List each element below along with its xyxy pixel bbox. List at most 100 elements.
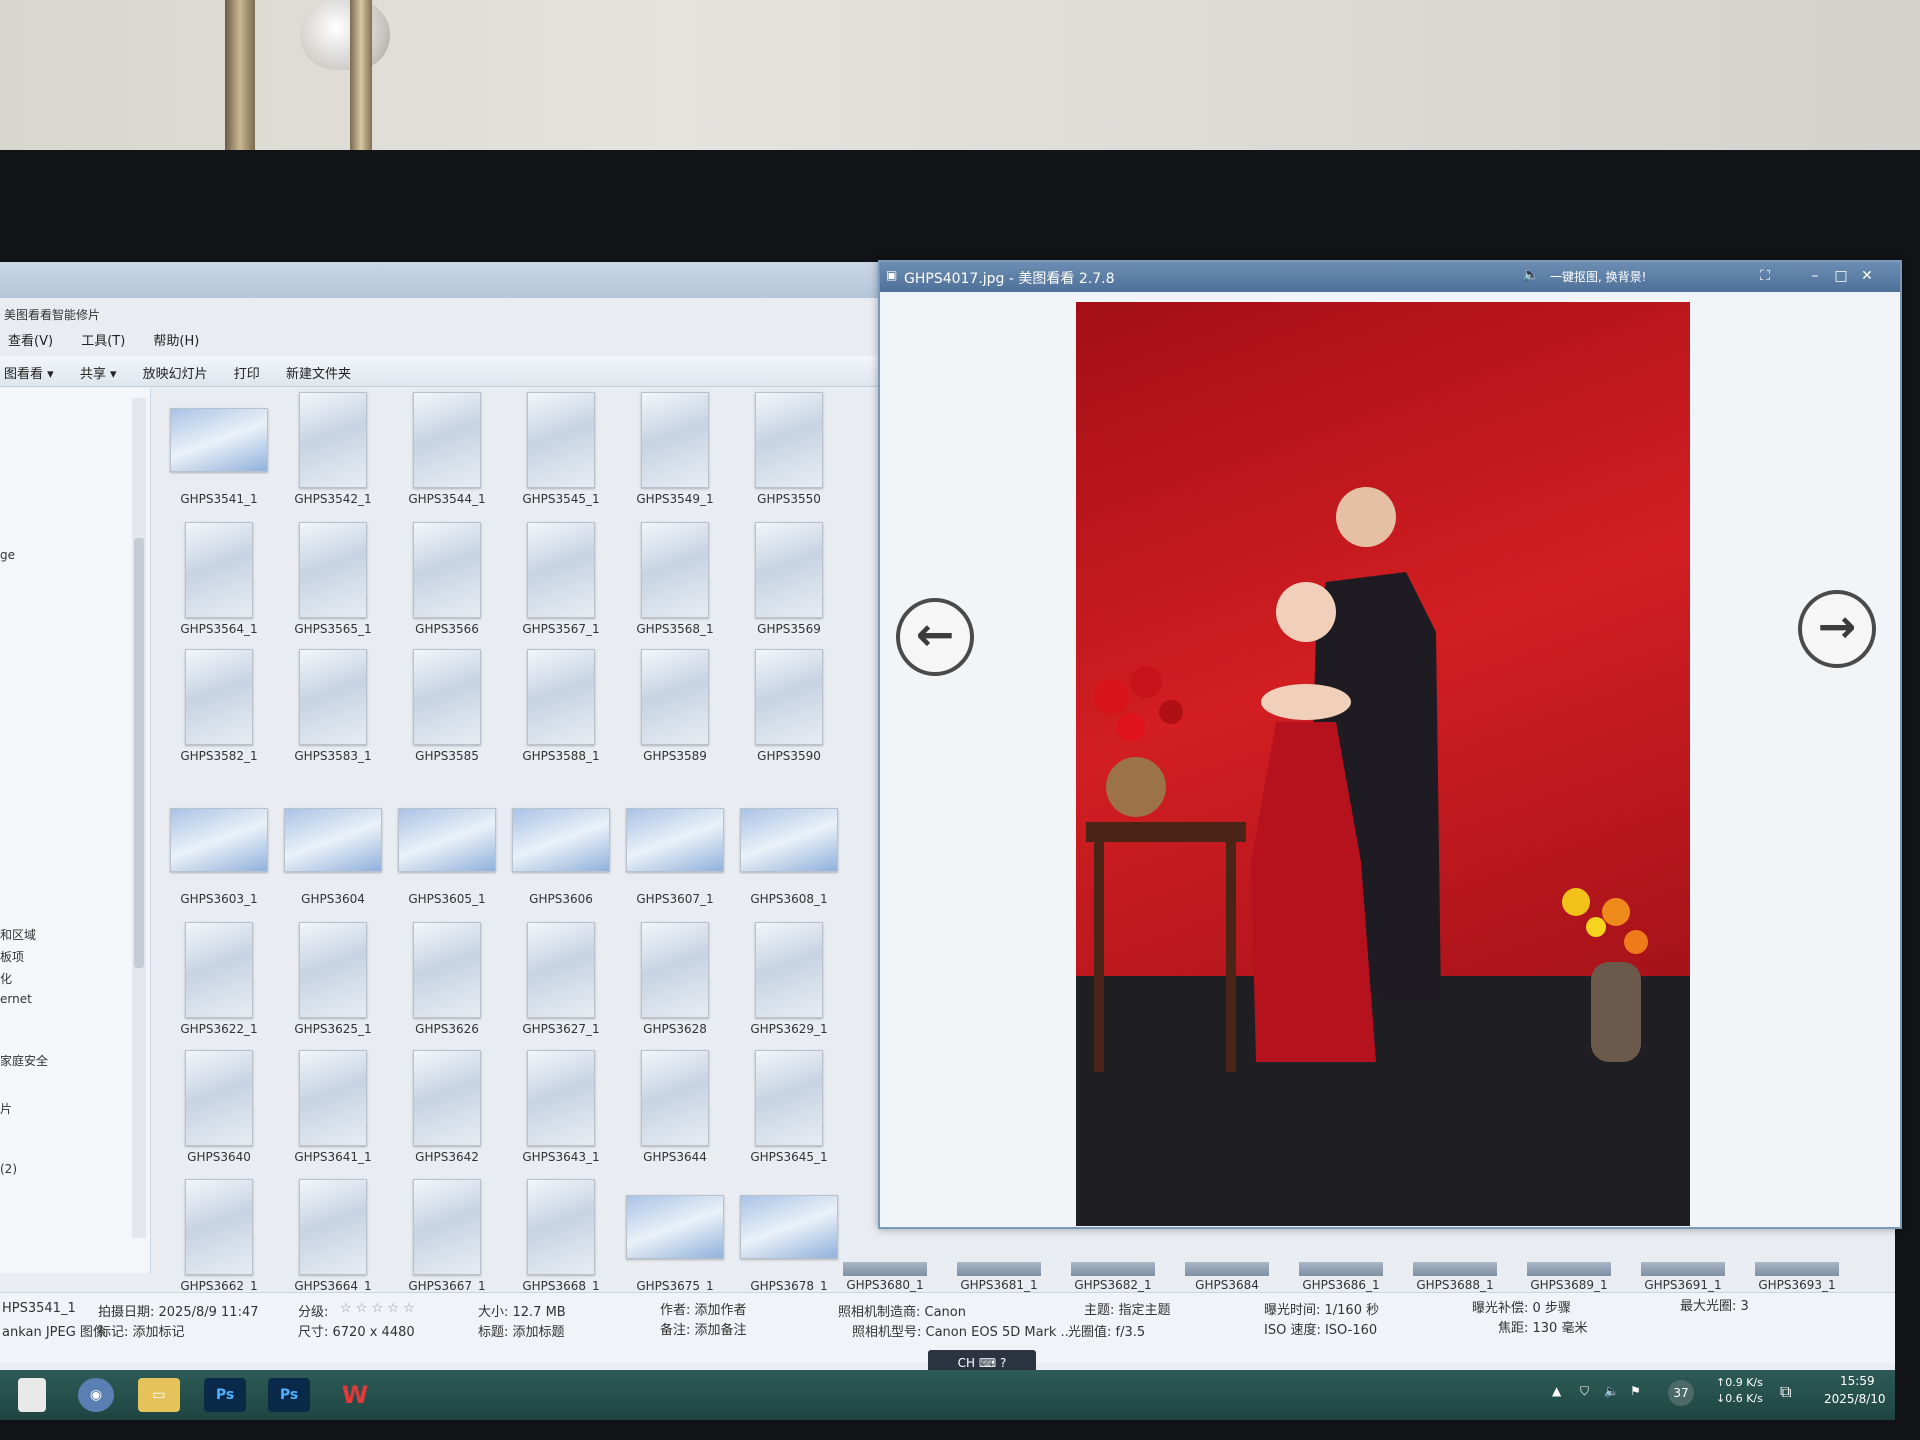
thumbnail-image[interactable] (170, 408, 268, 472)
thumbnail-image[interactable] (740, 808, 838, 872)
thumbnail-item[interactable]: GHPS3608_1 (735, 792, 843, 912)
thumbnail-item[interactable]: GHPS3565_1 (279, 522, 387, 642)
thumbnail-image[interactable] (413, 1179, 481, 1275)
share-button[interactable]: 共享 ▾ (80, 363, 117, 382)
thumbnail-item[interactable]: GHPS3604 (279, 792, 387, 912)
nav-item[interactable]: (2) (0, 1162, 17, 1176)
speaker-icon[interactable]: 🔈 (1522, 267, 1539, 283)
photoshop-icon[interactable]: Ps (204, 1378, 246, 1412)
next-image-button[interactable]: → (1798, 590, 1876, 668)
title-field[interactable]: 标题: 添加标题 (478, 1321, 565, 1340)
thumbnail-image[interactable] (299, 522, 367, 618)
author-field[interactable]: 作者: 添加作者 (660, 1299, 747, 1318)
viewer-title-bar[interactable]: ▣ GHPS4017.jpg - 美图看看 2.7.8 🔈 一键抠图, 换背景!… (880, 262, 1900, 292)
thumbnail-image[interactable] (185, 649, 253, 745)
thumbnail-image[interactable] (299, 1179, 367, 1275)
tags-field[interactable]: 标记: 添加标记 (98, 1321, 185, 1340)
filmstrip-thumbnail[interactable] (1299, 1262, 1383, 1276)
folder-icon[interactable]: ▭ (138, 1378, 180, 1412)
thumbnail-item[interactable]: GHPS3542_1 (279, 392, 387, 512)
thumbnail-image[interactable] (527, 1179, 595, 1275)
thumbnail-item[interactable]: GHPS3640 (165, 1050, 273, 1170)
thumbnail-image[interactable] (185, 1179, 253, 1275)
viewer-taskbar-icon[interactable]: ◉ (78, 1378, 114, 1412)
thumbnail-item[interactable]: GHPS3564_1 (165, 522, 273, 642)
thumbnail-item[interactable]: GHPS3568_1 (621, 522, 729, 642)
keyboard-icon[interactable]: ⌨ (979, 1356, 996, 1370)
thumbnail-image[interactable] (413, 649, 481, 745)
thumbnail-item[interactable]: GHPS3628 (621, 922, 729, 1042)
rating-stars[interactable]: ☆ ☆ ☆ ☆ ☆ (340, 1301, 415, 1316)
thumbnail-item[interactable]: GHPS3643_1 (507, 1050, 615, 1170)
nav-item[interactable]: 化 (0, 970, 12, 987)
thumbnail-image[interactable] (626, 1195, 724, 1259)
minimize-icon[interactable]: – (1804, 266, 1826, 286)
thumbnail-item[interactable]: GHPS3541_1 (165, 392, 273, 512)
thumbnail-item[interactable]: GHPS3664_1 (279, 1179, 387, 1299)
thumbnail-image[interactable] (299, 392, 367, 488)
thumbnail-image[interactable] (413, 922, 481, 1018)
thumbnail-item[interactable]: GHPS3549_1 (621, 392, 729, 512)
thumbnail-image[interactable] (284, 808, 382, 872)
filmstrip-thumbnail[interactable] (1527, 1262, 1611, 1276)
thumbnail-image[interactable] (527, 922, 595, 1018)
comments-field[interactable]: 备注: 添加备注 (660, 1319, 747, 1338)
tray-expand-icon[interactable]: ▲ (1552, 1384, 1561, 1398)
thumbnail-image[interactable] (527, 1050, 595, 1146)
thumbnail-image[interactable] (755, 649, 823, 745)
thumbnail-item[interactable]: GHPS3662_1 (165, 1179, 273, 1299)
thumbnail-item[interactable]: GHPS3603_1 (165, 792, 273, 912)
clock-time[interactable]: 15:59 (1840, 1374, 1875, 1388)
thumbnail-image[interactable] (185, 1050, 253, 1146)
nav-item[interactable]: ernet (0, 992, 32, 1006)
filmstrip-thumbnail[interactable] (1071, 1262, 1155, 1276)
clock-date[interactable]: 2025/8/10 (1824, 1392, 1886, 1406)
filmstrip-item[interactable]: GHPS3684 (1177, 1262, 1277, 1292)
thumbnail-item[interactable]: GHPS3582_1 (165, 649, 273, 769)
nav-item[interactable]: 板项 (0, 948, 24, 965)
thumbnail-image[interactable] (527, 522, 595, 618)
thumbnail-image[interactable] (641, 522, 709, 618)
thumbnail-image[interactable] (641, 922, 709, 1018)
nav-item[interactable]: 和区域 (0, 926, 36, 943)
thumbnail-image[interactable] (185, 522, 253, 618)
help-icon[interactable]: ? (1000, 1356, 1006, 1370)
thumbnail-image[interactable] (641, 1050, 709, 1146)
filmstrip-item[interactable]: GHPS3681_1 (949, 1262, 1049, 1292)
thumbnail-image[interactable] (755, 1050, 823, 1146)
thumbnail-item[interactable]: GHPS3622_1 (165, 922, 273, 1042)
thumbnail-image[interactable] (413, 522, 481, 618)
thumbnail-item[interactable]: GHPS3642 (393, 1050, 501, 1170)
thumbnail-image[interactable] (170, 808, 268, 872)
thumbnail-item[interactable]: GHPS3545_1 (507, 392, 615, 512)
filmstrip-item[interactable]: GHPS3680_1 (835, 1262, 935, 1292)
thumbnail-item[interactable]: GHPS3583_1 (279, 649, 387, 769)
thumbnail-image[interactable] (755, 922, 823, 1018)
thumbnail-image[interactable] (413, 1050, 481, 1146)
filmstrip-item[interactable]: GHPS3689_1 (1519, 1262, 1619, 1292)
thumbnail-item[interactable]: GHPS3641_1 (279, 1050, 387, 1170)
filmstrip-thumbnail[interactable] (1413, 1262, 1497, 1276)
flag-icon[interactable]: ⚑ (1630, 1384, 1641, 1398)
thumbnail-item[interactable]: GHPS3606 (507, 792, 615, 912)
scrollbar-thumb[interactable] (134, 538, 144, 968)
nav-item[interactable]: 片 (0, 1100, 12, 1117)
thumbnail-image[interactable] (299, 1050, 367, 1146)
open-with-button[interactable]: 图看看 ▾ (4, 363, 54, 382)
thumbnail-item[interactable]: GHPS3645_1 (735, 1050, 843, 1170)
thumbnail-item[interactable]: GHPS3550 (735, 392, 843, 512)
thumbnail-item[interactable]: GHPS3589 (621, 649, 729, 769)
thumbnail-item[interactable]: GHPS3567_1 (507, 522, 615, 642)
thumbnail-item[interactable]: GHPS3626 (393, 922, 501, 1042)
screenshot-icon[interactable]: ⧉ (1780, 1382, 1791, 1402)
photoshop-icon-2[interactable]: Ps (268, 1378, 310, 1412)
thumbnail-item[interactable]: GHPS3588_1 (507, 649, 615, 769)
language-label[interactable]: CH (958, 1356, 975, 1370)
thumbnail-image[interactable] (527, 392, 595, 488)
print-button[interactable]: 打印 (234, 363, 260, 382)
filmstrip-item[interactable]: GHPS3686_1 (1291, 1262, 1391, 1292)
thumbnail-item[interactable]: GHPS3644 (621, 1050, 729, 1170)
thumbnail-item[interactable]: GHPS3569 (735, 522, 843, 642)
nav-item[interactable]: 家庭安全 (0, 1052, 48, 1069)
thumbnail-item[interactable]: GHPS3585 (393, 649, 501, 769)
